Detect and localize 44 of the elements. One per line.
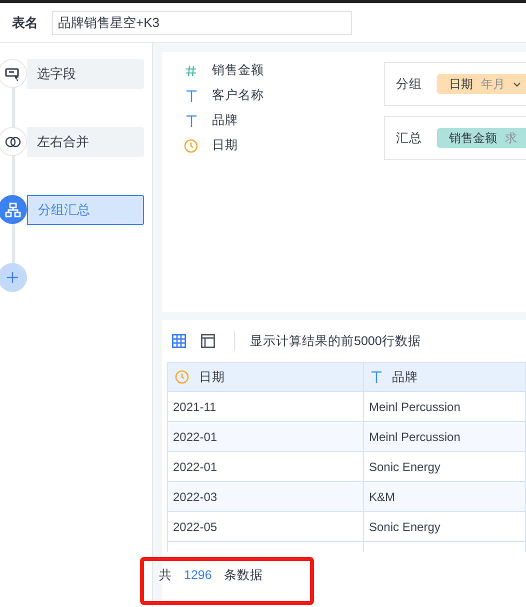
chip-option: 求 xyxy=(505,129,517,147)
field-chip[interactable]: 日期 年月 xyxy=(437,74,526,94)
text-type-icon xyxy=(186,114,196,126)
footer-prefix: 共 xyxy=(159,567,172,584)
table-cell: 2022-01 xyxy=(168,452,364,481)
step-item[interactable]: 选字段 xyxy=(27,59,144,89)
table-cell-text: Sonic Energy xyxy=(368,518,442,536)
field-item[interactable]: 品牌 xyxy=(212,111,238,130)
column-title: 品牌 xyxy=(392,368,418,386)
table-cell: 2021-11 xyxy=(168,392,364,421)
chip-label: 日期 xyxy=(449,76,473,93)
table-cell-text: Meinl Percussion xyxy=(368,398,462,416)
table-cell: 2022-03 xyxy=(168,482,364,511)
table-cell-text: Sonic Energy xyxy=(368,458,442,476)
table-name-field[interactable]: 品牌销售星空+K3 xyxy=(52,10,352,34)
text-type-icon xyxy=(186,90,196,102)
cursor-box-icon xyxy=(4,66,20,82)
chip-label: 销售金额 xyxy=(449,130,497,147)
field-item[interactable]: 客户名称 xyxy=(212,86,264,105)
clock-icon xyxy=(184,138,198,152)
table-cell: 2022-05 xyxy=(168,512,364,541)
field-item[interactable]: 销售金额 xyxy=(212,61,264,80)
layout-icon[interactable] xyxy=(201,334,215,348)
grid-icon[interactable] xyxy=(172,334,186,348)
table-name-label: 表名 xyxy=(12,14,38,32)
table-cell-text: K&M xyxy=(368,488,396,506)
config-label: 分组 xyxy=(395,76,423,93)
record-count: 1296 xyxy=(184,567,212,584)
step-item[interactable]: 左右合并 xyxy=(27,127,144,157)
chip-option: 年月 xyxy=(481,75,505,93)
field-chip[interactable]: 销售金额 求 xyxy=(437,128,526,148)
hash-icon xyxy=(185,64,197,76)
field-item[interactable]: 日期 xyxy=(212,136,238,155)
table-cell-text: Meinl Percussion xyxy=(368,428,462,446)
column-title: 日期 xyxy=(199,368,225,386)
plus-icon xyxy=(7,272,18,283)
result-note: 显示计算结果的前5000行数据 xyxy=(250,332,421,350)
text-type-icon xyxy=(371,371,382,383)
config-label: 汇总 xyxy=(395,130,423,147)
table-cell: 2022-01 xyxy=(168,422,364,451)
clock-icon xyxy=(175,370,189,384)
hierarchy-icon xyxy=(4,202,20,218)
footer-suffix: 条数据 xyxy=(224,567,263,584)
add-step-button[interactable] xyxy=(0,263,27,292)
